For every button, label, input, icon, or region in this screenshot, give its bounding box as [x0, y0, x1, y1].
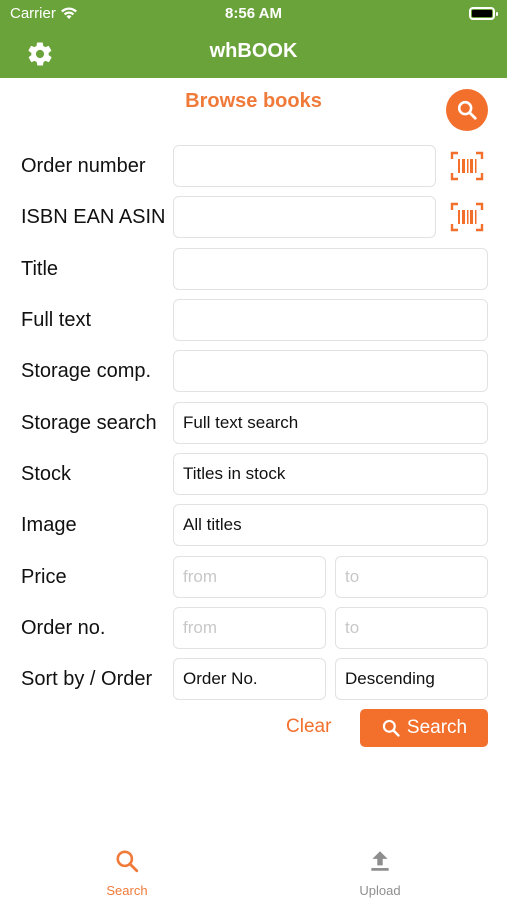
title-input[interactable]: [173, 248, 488, 290]
tab-search[interactable]: Search: [67, 848, 187, 898]
row-price: Price: [0, 556, 507, 600]
isbn-label: ISBN EAN ASIN: [21, 206, 166, 228]
isbn-input[interactable]: [173, 196, 436, 238]
tab-upload[interactable]: Upload: [320, 848, 440, 898]
row-image: Image All titles: [0, 504, 507, 548]
row-isbn: ISBN EAN ASIN: [0, 196, 507, 240]
storage-comp-label: Storage comp.: [21, 360, 152, 382]
row-storage-search: Storage search Full text search: [0, 402, 507, 446]
barcode-scan-icon[interactable]: [450, 151, 484, 181]
image-label: Image: [21, 514, 77, 536]
app-title: whBOOK: [209, 40, 298, 62]
tab-upload-label: Upload: [359, 883, 401, 898]
full-text-label: Full text: [21, 309, 92, 331]
search-fab-button[interactable]: [446, 89, 488, 131]
search-button[interactable]: Search: [360, 709, 488, 747]
price-to-input[interactable]: [335, 556, 488, 598]
order-no-label: Order no.: [21, 617, 106, 639]
battery-icon: [469, 7, 498, 20]
barcode-scan-icon[interactable]: [450, 202, 484, 232]
title-label: Title: [21, 258, 59, 280]
search-icon: [457, 100, 477, 120]
status-bar: Carrier 8:56 AM: [0, 0, 507, 28]
nav-bar: whBOOK: [0, 28, 507, 78]
order-no-from-input[interactable]: [173, 607, 326, 649]
storage-search-select[interactable]: Full text search: [173, 402, 488, 444]
order-number-input[interactable]: [173, 145, 436, 187]
row-full-text: Full text: [0, 299, 507, 343]
clear-button[interactable]: Clear: [286, 716, 331, 738]
search-icon: [382, 719, 400, 737]
image-select[interactable]: All titles: [173, 504, 488, 546]
sort-label: Sort by / Order: [21, 668, 153, 690]
price-from-input[interactable]: [173, 556, 326, 598]
row-title: Title: [0, 248, 507, 292]
tab-search-label: Search: [106, 883, 148, 898]
stock-select[interactable]: Titles in stock: [173, 453, 488, 495]
sort-by-select[interactable]: Order No.: [173, 658, 326, 700]
full-text-input[interactable]: [173, 299, 488, 341]
order-number-label: Order number: [21, 155, 146, 177]
row-order-no: Order no.: [0, 607, 507, 651]
row-order-number: Order number: [0, 145, 507, 189]
search-button-label: Search: [406, 717, 468, 738]
row-stock: Stock Titles in stock: [0, 453, 507, 497]
tab-bar: Search Upload: [0, 838, 507, 900]
storage-comp-input[interactable]: [173, 350, 488, 392]
upload-icon: [371, 851, 389, 871]
storage-search-label: Storage search: [21, 412, 157, 434]
row-sort: Sort by / Order Order No. Descending: [0, 658, 507, 702]
clock: 8:56 AM: [225, 5, 282, 22]
price-label: Price: [21, 566, 67, 588]
order-no-to-input[interactable]: [335, 607, 488, 649]
stock-label: Stock: [21, 463, 72, 485]
row-storage-comp: Storage comp.: [0, 350, 507, 394]
page-title: Browse books: [185, 90, 322, 112]
sort-order-select[interactable]: Descending: [335, 658, 488, 700]
search-icon: [116, 850, 139, 873]
